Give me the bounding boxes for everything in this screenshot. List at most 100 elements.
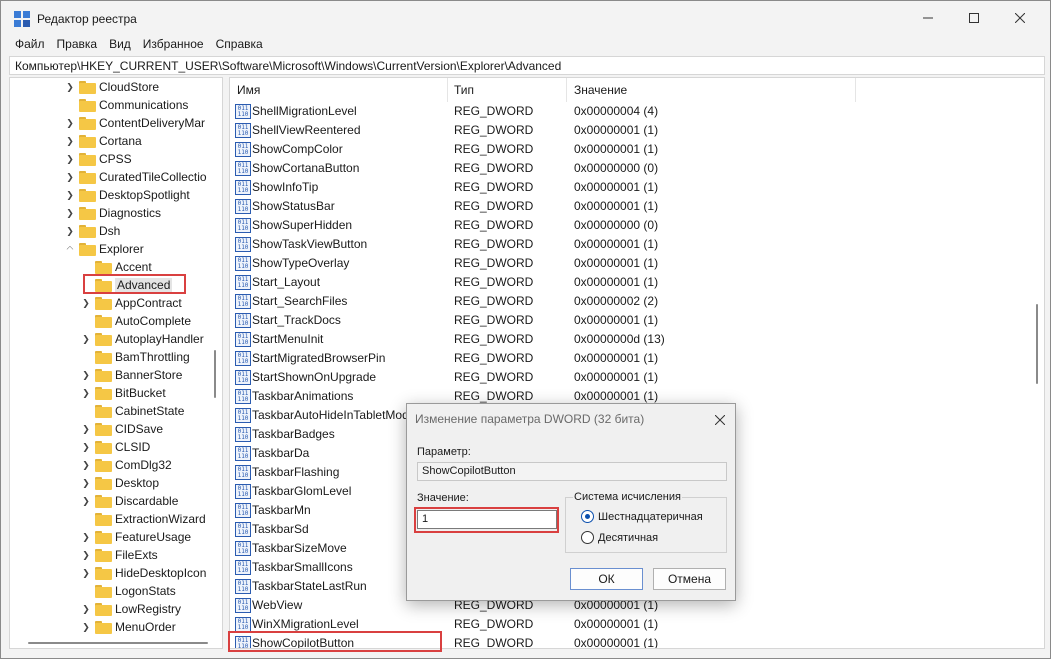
chevron-right-icon[interactable]: ❯ [80,366,92,384]
value-row[interactable]: 011 110 ShowCopilotButton REG_DWORD 0x000000… [230,634,1030,648]
tree-item[interactable]: ❯ CLSID [80,438,150,456]
dword-value-icon: 011 110 [235,370,251,385]
tree-item[interactable]: ❯ CIDSave [80,420,163,438]
tree-item[interactable]: ❯ ComDlg32 [80,456,171,474]
tree-item[interactable]: ❯ LowRegistry [80,600,181,618]
tree-item[interactable]: ❯ AutoplayHandler [80,330,204,348]
cancel-button[interactable]: Отмена [653,568,726,590]
value-row[interactable]: 011 110 StartShownOnUpgrade REG_DWORD 0x0000… [230,368,1030,387]
tree-item[interactable]: Advanced [80,276,173,294]
chevron-right-icon[interactable]: ❯ [80,456,92,474]
menu-edit[interactable]: Правка [51,35,104,55]
tree-item[interactable]: ❯ Discardable [80,492,178,510]
radio-decimal[interactable]: Десятичная [581,531,658,544]
tree-item-label: DesktopSpotlight [99,188,190,202]
value-row[interactable]: 011 110 ShowTypeOverlay REG_DWORD 0x00000001… [230,254,1030,273]
tree-item[interactable]: ❯ Cortana [64,132,141,150]
chevron-right-icon[interactable]: ❯ [80,600,92,618]
value-row[interactable]: 011 110 StartMigratedBrowserPin REG_DWORD 0x… [230,349,1030,368]
value-row[interactable]: 011 110 ShowTaskViewButton REG_DWORD 0x00000… [230,235,1030,254]
value-row[interactable]: 011 110 WinXMigrationLevel REG_DWORD 0x00000… [230,615,1030,634]
tree-item[interactable]: ❯ BitBucket [80,384,165,402]
tree-item[interactable]: AutoComplete [80,312,191,330]
value-row[interactable]: 011 110 ShowCortanaButton REG_DWORD 0x000000… [230,159,1030,178]
chevron-right-icon[interactable]: ❯ [64,132,76,150]
menu-file[interactable]: Файл [9,35,51,55]
chevron-right-icon[interactable]: ❯ [64,204,76,222]
column-separator[interactable] [566,78,567,102]
chevron-right-icon[interactable]: ❯ [80,420,92,438]
chevron-right-icon[interactable]: ❯ [80,492,92,510]
minimize-button[interactable] [905,1,951,35]
tree-item[interactable]: ❯ BannerStore [80,366,182,384]
chevron-right-icon[interactable]: ❯ [80,438,92,456]
value-row[interactable]: 011 110 ShellMigrationLevel REG_DWORD 0x0000… [230,102,1030,121]
key-tree[interactable]: ❯ CloudStore Communications ❯ ContentDeliver… [9,77,223,649]
chevron-right-icon[interactable]: ❯ [80,294,92,312]
tree-item[interactable]: Communications [64,96,188,114]
chevron-right-icon[interactable]: ❯ [80,528,92,546]
chevron-right-icon[interactable]: ❯ [80,618,92,636]
chevron-right-icon[interactable]: ❯ [80,564,92,582]
column-separator[interactable] [447,78,448,102]
chevron-right-icon[interactable]: ❯ [80,330,92,348]
value-row[interactable]: 011 110 ShellViewReentered REG_DWORD 0x00000… [230,121,1030,140]
tree-item[interactable]: ❯ FeatureUsage [80,528,191,546]
chevron-down-icon[interactable]: ⌵ [64,240,76,258]
column-header-name[interactable]: Имя [237,83,260,97]
column-separator[interactable] [855,78,856,102]
address-bar[interactable]: Компьютер\HKEY_CURRENT_USER\Software\Mic… [9,56,1045,75]
tree-item[interactable]: ❯ Dsh [64,222,120,240]
chevron-right-icon[interactable]: ❯ [80,384,92,402]
radio-hexadecimal[interactable]: Шестнадцатеричная [581,510,703,523]
chevron-right-icon[interactable]: ❯ [64,150,76,168]
tree-item[interactable]: ❯ AppContract [80,294,181,312]
tree-item[interactable]: ❯ MenuOrder [80,618,175,636]
tree-item[interactable]: LogonStats [80,582,176,600]
ok-button[interactable]: ОК [570,568,643,590]
value-type: REG_DWORD [454,313,534,327]
value-row[interactable]: 011 110 StartMenuInit REG_DWORD 0x0000000d (… [230,330,1030,349]
tree-horizontal-scrollbar[interactable] [28,642,208,644]
tree-item[interactable]: ❯ FileExts [80,546,157,564]
chevron-right-icon[interactable]: ❯ [64,186,76,204]
menu-view[interactable]: Вид [103,35,137,55]
chevron-right-icon[interactable]: ❯ [64,222,76,240]
tree-item[interactable]: ❯ HideDesktopIcon [80,564,206,582]
value-row[interactable]: 011 110 ShowSuperHidden REG_DWORD 0x00000000… [230,216,1030,235]
chevron-right-icon[interactable]: ❯ [80,546,92,564]
tree-item[interactable]: ❯ ContentDeliveryMar [64,114,205,132]
dialog-close-button[interactable] [714,409,726,428]
tree-item[interactable]: ❯ CloudStore [64,78,159,96]
maximize-button[interactable] [951,1,997,35]
value-row[interactable]: 011 110 Start_Layout REG_DWORD 0x00000001 (1… [230,273,1030,292]
tree-item[interactable]: ❯ CuratedTileCollectio [64,168,206,186]
tree-item[interactable]: ❯ DesktopSpotlight [64,186,190,204]
chevron-right-icon[interactable]: ❯ [80,474,92,492]
value-row[interactable]: 011 110 Start_TrackDocs REG_DWORD 0x00000001… [230,311,1030,330]
column-header-type[interactable]: Тип [454,83,474,97]
value-row[interactable]: 011 110 Start_SearchFiles REG_DWORD 0x000000… [230,292,1030,311]
chevron-right-icon[interactable]: ❯ [64,78,76,96]
value-input[interactable]: 1 [417,510,557,529]
value-row[interactable]: 011 110 ShowInfoTip REG_DWORD 0x00000001 (1) [230,178,1030,197]
tree-item[interactable]: ⌵ Explorer [64,240,144,258]
close-button[interactable] [997,1,1043,35]
value-row[interactable]: 011 110 ShowStatusBar REG_DWORD 0x00000001 (… [230,197,1030,216]
value-row[interactable]: 011 110 ShowCompColor REG_DWORD 0x00000001 (… [230,140,1030,159]
menu-help[interactable]: Справка [210,35,269,55]
tree-item[interactable]: ExtractionWizard [80,510,206,528]
column-header-value[interactable]: Значение [574,83,627,97]
tree-item[interactable]: CabinetState [80,402,184,420]
menu-favorites[interactable]: Избранное [137,35,210,55]
tree-item[interactable]: ❯ CPSS [64,150,131,168]
list-vertical-scrollbar[interactable] [1036,304,1038,384]
tree-vertical-scrollbar[interactable] [214,350,216,398]
tree-item[interactable]: BamThrottling [80,348,190,366]
tree-item[interactable]: ❯ Diagnostics [64,204,161,222]
chevron-right-icon[interactable]: ❯ [64,114,76,132]
tree-item[interactable]: Accent [80,258,152,276]
folder-icon [79,80,96,94]
tree-item[interactable]: ❯ Desktop [80,474,159,492]
chevron-right-icon[interactable]: ❯ [64,168,76,186]
